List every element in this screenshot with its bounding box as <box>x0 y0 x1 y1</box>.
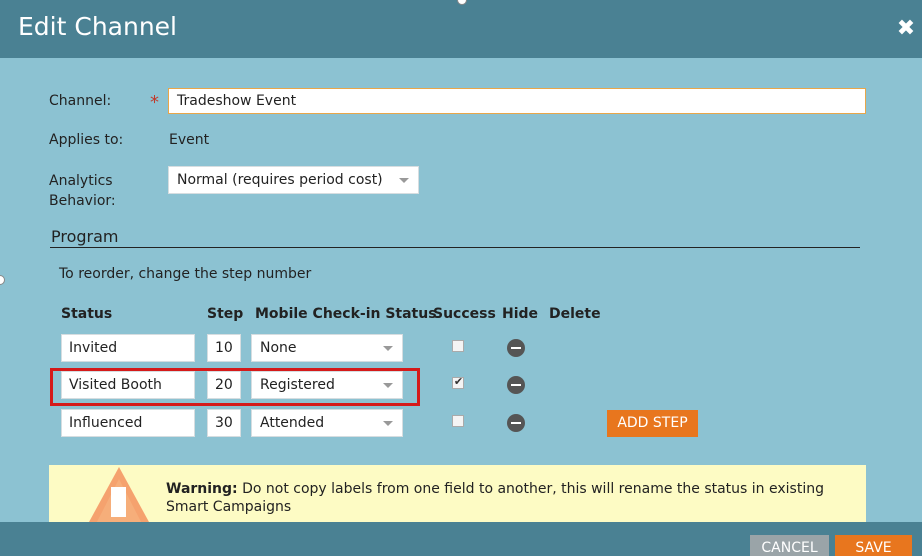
col-step: Step <box>207 306 244 322</box>
add-step-button[interactable]: ADD STEP <box>607 410 698 437</box>
step-input-invited[interactable]: 10 <box>207 334 241 362</box>
col-success: Success <box>433 306 496 322</box>
minus-circle-icon[interactable] <box>507 414 525 432</box>
minus-circle-icon[interactable] <box>507 376 525 394</box>
analytics-behavior-label: Analytics Behavior: <box>49 171 116 211</box>
success-checkbox-visited-booth[interactable]: ✔ <box>452 375 464 389</box>
status-input-invited[interactable]: Invited <box>61 334 195 362</box>
warning-message: Warning: Do not copy labels from one fie… <box>166 480 856 516</box>
minus-circle-icon[interactable] <box>507 339 525 357</box>
analytics-label-line2: Behavior: <box>49 193 116 209</box>
resize-handle-left[interactable] <box>0 275 5 285</box>
dialog-titlebar: Edit Channel ✖ <box>0 0 922 58</box>
required-mark: * <box>150 92 159 113</box>
status-input-influenced[interactable]: Influenced <box>61 409 195 437</box>
col-hide: Hide <box>502 306 539 322</box>
col-delete: Delete <box>549 306 601 322</box>
save-button[interactable]: SAVE <box>835 535 912 556</box>
col-status: Status <box>61 306 113 322</box>
chevron-down-icon <box>383 346 393 351</box>
applies-to-value: Event <box>169 132 210 148</box>
warning-label: Warning: <box>166 481 238 497</box>
mobile-status-value: Attended <box>260 415 325 431</box>
warning-banner: Warning: Do not copy labels from one fie… <box>49 465 866 522</box>
col-mobile-checkin: Mobile Check-in Status <box>255 306 437 322</box>
mobile-status-value: None <box>260 340 297 356</box>
analytics-behavior-select[interactable]: Normal (requires period cost) <box>168 166 419 194</box>
close-icon[interactable]: ✖ <box>896 18 916 40</box>
success-checkbox-invited[interactable] <box>452 340 464 352</box>
step-input-influenced[interactable]: 30 <box>207 409 241 437</box>
mobile-status-select-invited[interactable]: None <box>251 334 403 362</box>
channel-label: Channel: <box>49 93 112 109</box>
chevron-down-icon <box>383 421 393 426</box>
analytics-label-line1: Analytics <box>49 173 113 189</box>
channel-name-input[interactable]: Tradeshow Event <box>168 88 866 114</box>
dialog-title: Edit Channel <box>18 12 177 41</box>
mobile-status-select-influenced[interactable]: Attended <box>251 409 403 437</box>
cancel-button[interactable]: CANCEL <box>750 535 829 556</box>
success-checkbox-influenced[interactable] <box>452 415 464 427</box>
checkmark-icon: ✔ <box>453 375 464 388</box>
chevron-down-icon <box>399 178 409 183</box>
reorder-hint: To reorder, change the step number <box>59 266 312 282</box>
program-section-title: Program <box>51 227 119 246</box>
warning-text: Do not copy labels from one field to ano… <box>166 481 824 515</box>
applies-to-label: Applies to: <box>49 132 124 148</box>
analytics-behavior-value: Normal (requires period cost) <box>177 172 383 188</box>
section-divider <box>50 247 860 248</box>
highlight-box <box>50 368 420 406</box>
